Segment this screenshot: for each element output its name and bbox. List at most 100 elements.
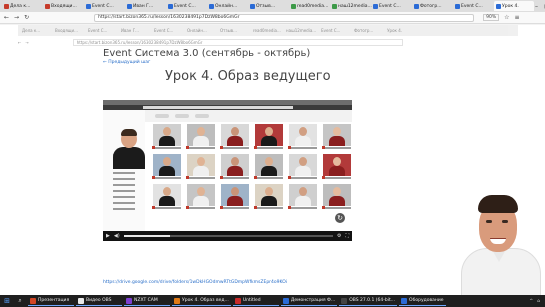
taskbar-item[interactable]: Оборудование [399, 296, 446, 306]
address-text: https://start.bizon365.ru/lesson/1630238… [98, 15, 240, 20]
browser-tab[interactable]: Event C... [166, 1, 206, 11]
app-icon [30, 297, 36, 304]
screen: Дела к... Входящи... Event C... Иван Г..… [0, 0, 545, 307]
tab-label: Иван Г... [133, 3, 154, 9]
tab-label: Event C... [92, 3, 114, 9]
search-icon[interactable]: ⌕ [14, 296, 26, 306]
fullscreen-icon[interactable]: ⛶ [345, 233, 349, 239]
photo-thumbnail [254, 154, 283, 181]
inner-address-bar: https://start.bizon365.ru/lesson/1630238… [72, 38, 403, 46]
photo-thumbnail [152, 184, 181, 211]
browser-navbar: ← → ↻ https://start.bizon365.ru/lesson/1… [0, 12, 545, 24]
chevron-up-icon[interactable]: ^ [529, 299, 533, 304]
photo-thumbnail [220, 184, 249, 211]
taskbar-item-label: Видео OBS [86, 298, 112, 303]
browser-tab[interactable]: Event C... [371, 1, 411, 11]
inner-tab: наш12media... [286, 28, 317, 33]
tab-label: Урок 4. [502, 3, 519, 9]
app-icon [234, 297, 241, 304]
bookmark-star-icon[interactable]: ☆ [504, 14, 509, 21]
inner-tab: Иван Г... [121, 28, 139, 33]
tab-label: read0media... [297, 3, 329, 9]
photo-thumbnail [186, 124, 215, 151]
browser-tab[interactable]: Иван Г... [125, 1, 165, 11]
tab-favicon-icon [168, 3, 173, 9]
inner-tab: read0media... [253, 28, 281, 33]
network-icon[interactable]: ⌂ [537, 299, 540, 304]
settings-icon[interactable]: ⚙ [337, 233, 341, 239]
browser-tab[interactable]: Онлайн... [207, 1, 247, 11]
video-progress-bar[interactable] [123, 235, 333, 237]
photo-thumbnail [220, 154, 249, 181]
photo-thumbnail [152, 154, 181, 181]
previous-step-link[interactable]: ← Предыдущий шаг [103, 60, 150, 65]
tab-label: Event C... [379, 3, 401, 9]
taskbar-item[interactable]: Видео OBS [76, 296, 122, 306]
taskbar-item[interactable]: Презентация [28, 296, 74, 306]
back-arrow-icon[interactable]: ← [4, 14, 9, 21]
address-bar[interactable]: https://start.bizon365.ru/lesson/1630238… [94, 13, 475, 22]
volume-icon[interactable]: ◀) [114, 233, 120, 239]
taskbar-item-label: Untitled [242, 298, 261, 303]
reload-icon[interactable]: ↻ [24, 14, 29, 21]
tab-label: Дела к... [10, 3, 31, 9]
windows-start-icon[interactable]: ⊞ [2, 296, 12, 306]
photo-thumbnail [288, 154, 317, 181]
app-icon [126, 297, 132, 304]
tab-favicon-icon [127, 3, 132, 9]
browser-tab[interactable]: Event C... [453, 1, 493, 11]
inner-tab: Фотогр... [354, 28, 374, 33]
browser-tab[interactable]: Event C... [84, 1, 124, 11]
inner-tab: Онлайн... [187, 28, 207, 33]
taskbar-item-label: Урок 4. Образ вед... [182, 298, 229, 303]
inner-tab: Event C... [88, 28, 108, 33]
photo-thumbnail [254, 184, 283, 211]
tab-label: Event C... [461, 3, 483, 9]
browser-tab[interactable]: наш12media... [330, 1, 372, 11]
photo-thumbnail [288, 124, 317, 151]
video-refresh-icon: ↻ [335, 213, 345, 223]
app-icon [282, 297, 289, 304]
menu-icon[interactable]: ≡ [515, 14, 520, 21]
tab-favicon-icon [373, 3, 378, 9]
taskbar-item[interactable]: Демонстрация Ф... [280, 296, 338, 306]
tab-favicon-icon [455, 3, 460, 9]
taskbar-item[interactable]: Урок 4. Образ вед... [172, 296, 231, 306]
tab-favicon-icon [250, 3, 255, 9]
app-icon [401, 297, 408, 304]
browser-tab[interactable]: Дела к... [2, 1, 42, 11]
photo-thumbnail [322, 184, 351, 211]
tab-favicon-icon [86, 3, 91, 9]
tab-label: Онлайн... [215, 3, 238, 9]
taskbar-item-label: OBS 27.0.1 (64-bit... [349, 298, 396, 303]
browser-tab[interactable]: Отзыв... [248, 1, 288, 11]
minimize-button[interactable]: – [535, 3, 538, 10]
tab-favicon-icon [4, 3, 9, 9]
app-icon [174, 297, 180, 304]
video-drive-grid-area [145, 110, 352, 231]
tab-favicon-icon [496, 3, 501, 9]
inner-tab: Event C... [154, 28, 174, 33]
taskbar-item[interactable]: OBS 27.0.1 (64-bit... [339, 296, 398, 306]
app-icon [78, 297, 84, 304]
inner-tab: Входящи... [55, 28, 78, 33]
taskbar-item[interactable]: Untitled [232, 296, 279, 306]
photo-thumbnail [288, 184, 317, 211]
tab-favicon-icon [45, 3, 50, 9]
forward-arrow-icon[interactable]: → [14, 14, 19, 21]
system-tray: ^ ⌂ [529, 299, 543, 304]
course-title: Event Система 3.0 (сентябрь - октябрь) [103, 48, 311, 59]
browser-tab[interactable]: read0media... [289, 1, 329, 11]
browser-tab[interactable]: Входящи... [43, 1, 83, 11]
browser-tab[interactable]: Фотогр... [412, 1, 452, 11]
play-icon[interactable]: ▶ [106, 233, 110, 239]
photo-thumbnail [186, 184, 215, 211]
inner-tab: Урок 4. [387, 28, 403, 33]
video-photo-grid [152, 124, 351, 211]
taskbar-item-label: Демонстрация Ф... [290, 298, 336, 303]
video-player[interactable]: ↻ ▶ ◀) ⚙ ⛶ [103, 100, 352, 241]
zoom-level[interactable]: 90% [483, 14, 500, 21]
browser-tab-active[interactable]: Урок 4. [494, 1, 534, 11]
drive-folder-link[interactable]: https://drive.google.com/drive/folders/1… [103, 280, 287, 285]
taskbar-item[interactable]: NZXT CAM [124, 296, 170, 306]
